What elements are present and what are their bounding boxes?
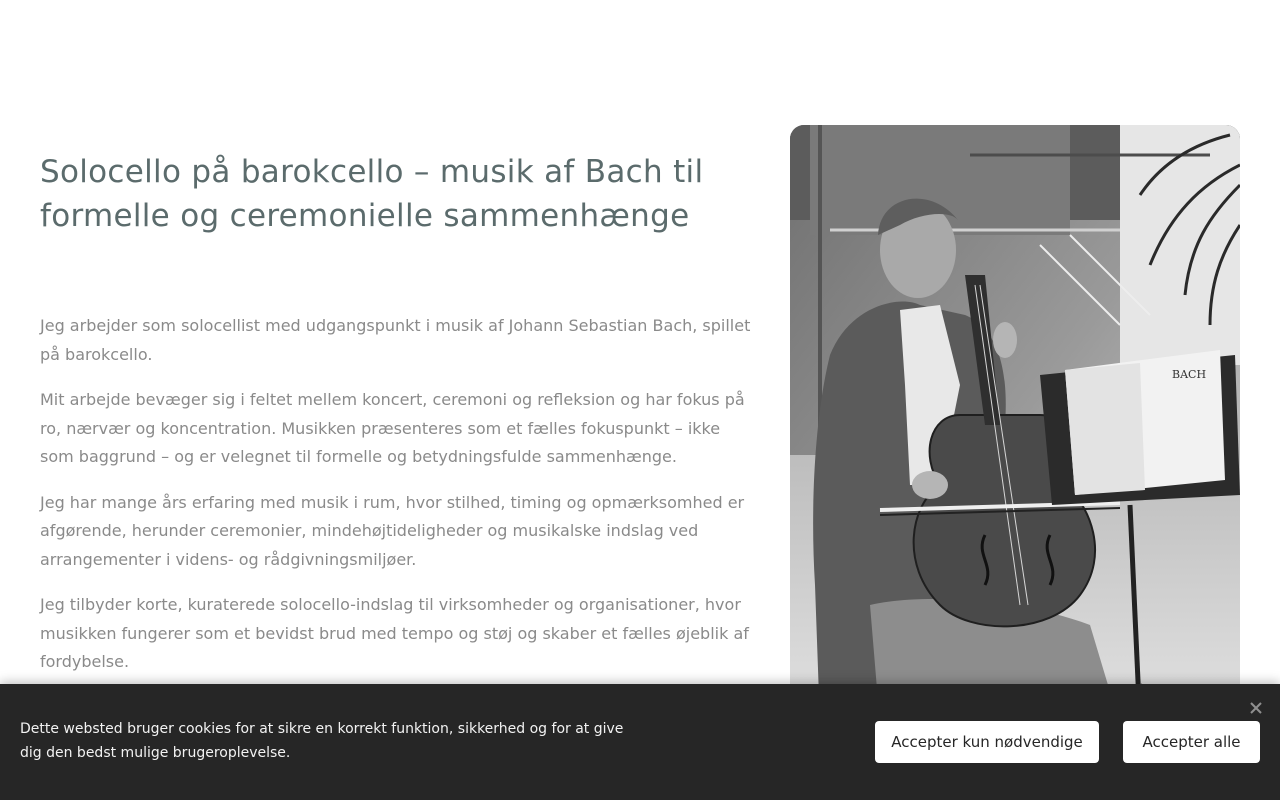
paragraph: Mit arbejde bevæger sig i feltet mellem … [40, 390, 745, 466]
accept-necessary-button[interactable]: Accepter kun nødvendige [875, 721, 1099, 763]
sheet-music-text: BACH [1172, 368, 1206, 381]
paragraph: Jeg tilbyder korte, kuraterede solocello… [40, 595, 749, 671]
cookie-banner: Dette websted bruger cookies for at sikr… [0, 684, 1280, 800]
accept-all-button[interactable]: Accepter alle [1123, 721, 1260, 763]
cookie-message: Dette websted bruger cookies for at sikr… [20, 721, 624, 761]
main-content: Solocello på barokcello – musik af Bach … [40, 150, 755, 694]
paragraph: Jeg arbejder som solocellist med udgangs… [40, 316, 751, 364]
close-icon[interactable] [1244, 696, 1268, 720]
paragraph: Jeg har mange års erfaring med musik i r… [40, 492, 745, 569]
page: Solocello på barokcello – musik af Bach … [0, 0, 1280, 800]
page-title: Solocello på barokcello – musik af Bach … [40, 154, 704, 234]
intro-text: Jeg arbejder som solocellist med udgangs… [40, 312, 755, 677]
cellist-photo: BACH [790, 125, 1240, 725]
